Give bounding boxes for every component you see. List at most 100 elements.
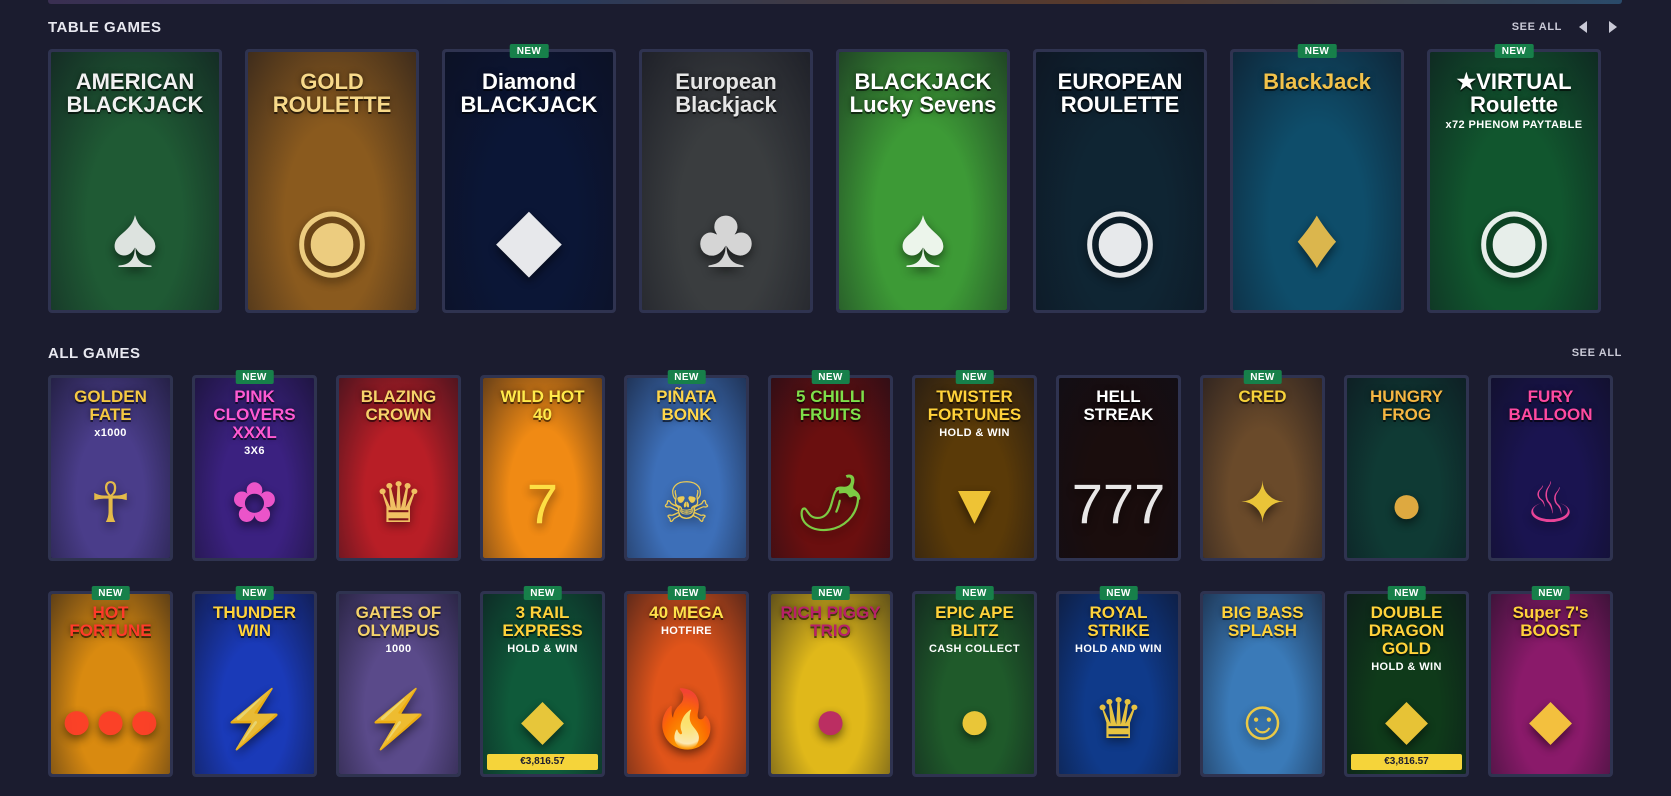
seven-icon: 7 — [526, 472, 559, 535]
game-tile-american-blackjack[interactable]: AMERICAN BLACKJACK ♠ — [48, 49, 222, 313]
fisherman-icon: ☺ — [1233, 688, 1292, 751]
game-art: 5 CHILLI FRUITS 🌶 — [771, 378, 890, 558]
game-title: AMERICAN BLACKJACK — [66, 69, 204, 118]
game-tile-royal-strike[interactable]: ROYAL STRIKE HOLD AND WIN ♛ NEW — [1056, 586, 1181, 777]
game-art: European Blackjack ♣ — [642, 52, 810, 310]
game-art: DOUBLE DRAGON GOLD HOLD & WIN ◆ — [1347, 594, 1466, 774]
frog-icon: ● — [1389, 472, 1424, 535]
chevron-right-icon[interactable] — [1604, 18, 1622, 36]
game-title: WILD HOT 40 — [500, 387, 585, 424]
crown-icon: ♛ — [1093, 687, 1144, 750]
game-art: Diamond BLACKJACK ◆ — [445, 52, 613, 310]
game-title: BLAZING CROWN — [360, 387, 437, 424]
game-tile-5-chilli-fruits[interactable]: 5 CHILLI FRUITS 🌶 NEW — [768, 370, 893, 561]
piggy-icon: ● — [813, 688, 848, 751]
coins-icon: ●●● — [59, 688, 162, 751]
game-tile-big-bass-splash[interactable]: BIG BASS SPLASH ☺ — [1200, 591, 1325, 777]
game-art: CRED ✦ — [1203, 378, 1322, 558]
game-subtitle: 1000 — [385, 642, 412, 655]
game-tile-pink-clovers-xxxl-3x6[interactable]: PINK CLOVERS XXXL 3X6 ✿ NEW — [192, 370, 317, 561]
game-subtitle: x1000 — [94, 426, 127, 439]
game-title: HOT FORTUNE — [69, 603, 152, 640]
game-title: THUNDER WIN — [212, 603, 297, 640]
game-tile-wild-hot-40[interactable]: WILD HOT 40 7 — [480, 375, 605, 561]
game-art: AMERICAN BLACKJACK ♠ — [51, 52, 219, 310]
game-tile-epic-ape-blitz[interactable]: EPIC APE BLITZ CASH COLLECT ● NEW — [912, 586, 1037, 777]
all-games-see-all-link[interactable]: SEE ALL — [1572, 347, 1622, 359]
game-tile-3-rail-express[interactable]: 3 RAIL EXPRESS HOLD & WIN ◆ NEW €3,816.57 — [480, 586, 605, 777]
new-badge: NEW — [1297, 44, 1337, 58]
table-games-see-all-link[interactable]: SEE ALL — [1512, 21, 1562, 33]
game-art: THUNDER WIN ⚡ — [195, 594, 314, 774]
game-art: BlackJack ♦ — [1233, 52, 1401, 310]
diamond-icon: ◆ — [1528, 687, 1573, 750]
game-tile-rich-piggy-trio[interactable]: RICH PIGGY TRIO ● NEW — [768, 586, 893, 777]
game-art: BLACKJACK Lucky Sevens ♠ — [839, 52, 1007, 310]
game-tile-golden-fate-x1000[interactable]: GOLDEN FATE x1000 ☥ — [48, 375, 173, 561]
new-badge: NEW — [811, 370, 850, 384]
game-tile-hell-streak[interactable]: HELL STREAK 777 — [1056, 375, 1181, 561]
game-art: HOT FORTUNE ●●● — [51, 594, 170, 774]
game-tile-fury-balloon[interactable]: FURY BALLOON ♨ — [1488, 375, 1613, 561]
dog-icon: ✦ — [1239, 471, 1286, 534]
game-tile-40-mega-hotfire[interactable]: 40 MEGA HOTFIRE 🔥 NEW — [624, 586, 749, 777]
game-title: Super 7's BOOST — [1512, 603, 1589, 640]
game-tile-twister-fortunes-hold-win[interactable]: TWISTER FORTUNES HOLD & WIN ▼ NEW — [912, 370, 1037, 561]
game-title: ★VIRTUAL Roulette — [1456, 69, 1572, 118]
game-tile-european-blackjack[interactable]: European Blackjack ♣ — [639, 49, 813, 313]
game-title: BlackJack — [1263, 69, 1371, 94]
game-tile-cred[interactable]: CRED ✦ NEW — [1200, 370, 1325, 561]
game-title: HELL STREAK — [1083, 387, 1154, 424]
new-badge: NEW — [667, 586, 706, 600]
game-tile-hungry-frog[interactable]: HUNGRY FROG ● — [1344, 375, 1469, 561]
dragon-icon: ◆ — [1384, 687, 1429, 750]
game-title: PINK CLOVERS XXXL — [213, 387, 296, 442]
game-tile-blazing-crown[interactable]: BLAZING CROWN ♛ — [336, 375, 461, 561]
clover-icon: ✿ — [231, 471, 278, 534]
game-subtitle: x72 PHENOM PAYTABLE — [1445, 119, 1583, 132]
game-tile-virtual-roulette[interactable]: ★VIRTUAL Roulette x72 PHENOM PAYTABLE ◉ NEW — [1427, 44, 1601, 313]
game-title: 3 RAIL EXPRESS — [502, 603, 583, 640]
chevron-left-icon[interactable] — [1574, 18, 1592, 36]
game-tile-pinata-bonk[interactable]: PIÑATA BONK ☠ NEW — [624, 370, 749, 561]
gorilla-icon: ● — [957, 688, 992, 751]
game-tile-gates-of-olympus-1000[interactable]: GATES OF OLYMPUS 1000 ⚡ — [336, 591, 461, 777]
new-badge: NEW — [1243, 370, 1282, 384]
coins-icon: ⚡ — [219, 687, 290, 750]
game-tile-double-dragon-gold[interactable]: DOUBLE DRAGON GOLD HOLD & WIN ◆ NEW €3,816.5… — [1344, 586, 1469, 777]
game-title: EPIC APE BLITZ — [935, 603, 1014, 640]
game-art: ROYAL STRIKE HOLD AND WIN ♛ — [1059, 594, 1178, 774]
game-tile-hot-fortune[interactable]: HOT FORTUNE ●●● NEW — [48, 586, 173, 777]
game-art: EPIC APE BLITZ CASH COLLECT ● — [915, 594, 1034, 774]
roulette-wheel-icon: ◉ — [294, 190, 370, 286]
game-tile-diamond-blackjack[interactable]: Diamond BLACKJACK ◆ NEW — [442, 44, 616, 313]
game-tile-blackjack[interactable]: BlackJack ♦ NEW — [1230, 44, 1404, 313]
game-title: 5 CHILLI FRUITS — [796, 387, 865, 424]
game-subtitle: HOLD & WIN — [1371, 660, 1442, 673]
cards-icon: ♣ — [697, 190, 755, 286]
game-art: FURY BALLOON ♨ — [1491, 378, 1610, 558]
roulette-wheel-icon: ◉ — [1082, 190, 1158, 286]
game-art: ★VIRTUAL Roulette x72 PHENOM PAYTABLE ◉ — [1430, 52, 1598, 310]
game-title: GATES OF OLYMPUS — [355, 603, 442, 640]
game-tile-thunder-win[interactable]: THUNDER WIN ⚡ NEW — [192, 586, 317, 777]
game-tile-european-roulette[interactable]: EUROPEAN ROULETTE ◉ — [1033, 49, 1207, 313]
seven-icon: 777 — [1071, 472, 1166, 535]
featured-banner-edge — [48, 0, 1622, 4]
game-title: EUROPEAN ROULETTE — [1057, 69, 1183, 118]
all-games-row-2: HOT FORTUNE ●●● NEW THUNDER WIN ⚡ NEW GATES OF… — [48, 586, 1632, 777]
balloon-icon: ♨ — [1525, 471, 1576, 534]
tornado-icon: ▼ — [946, 472, 1003, 535]
game-subtitle: HOLD & WIN — [507, 642, 578, 655]
game-subtitle: HOTFIRE — [660, 624, 713, 637]
jackpot-amount: €3,816.57 — [487, 754, 598, 770]
game-art: RICH PIGGY TRIO ● — [771, 594, 890, 774]
game-tile-gold-roulette[interactable]: GOLD ROULETTE ◉ — [245, 49, 419, 313]
table-games-title: TABLE GAMES — [48, 18, 162, 36]
table-games-row: AMERICAN BLACKJACK ♠ GOLD ROULETTE ◉ Diamond… — [48, 44, 1624, 313]
new-badge: NEW — [811, 586, 850, 600]
game-art: 40 MEGA HOTFIRE 🔥 — [627, 594, 746, 774]
game-tile-super-7s-boost[interactable]: Super 7's BOOST ◆ NEW — [1488, 586, 1613, 777]
game-subtitle: HOLD & WIN — [939, 426, 1010, 439]
game-tile-blackjack-lucky-sevens[interactable]: BLACKJACK Lucky Sevens ♠ — [836, 49, 1010, 313]
